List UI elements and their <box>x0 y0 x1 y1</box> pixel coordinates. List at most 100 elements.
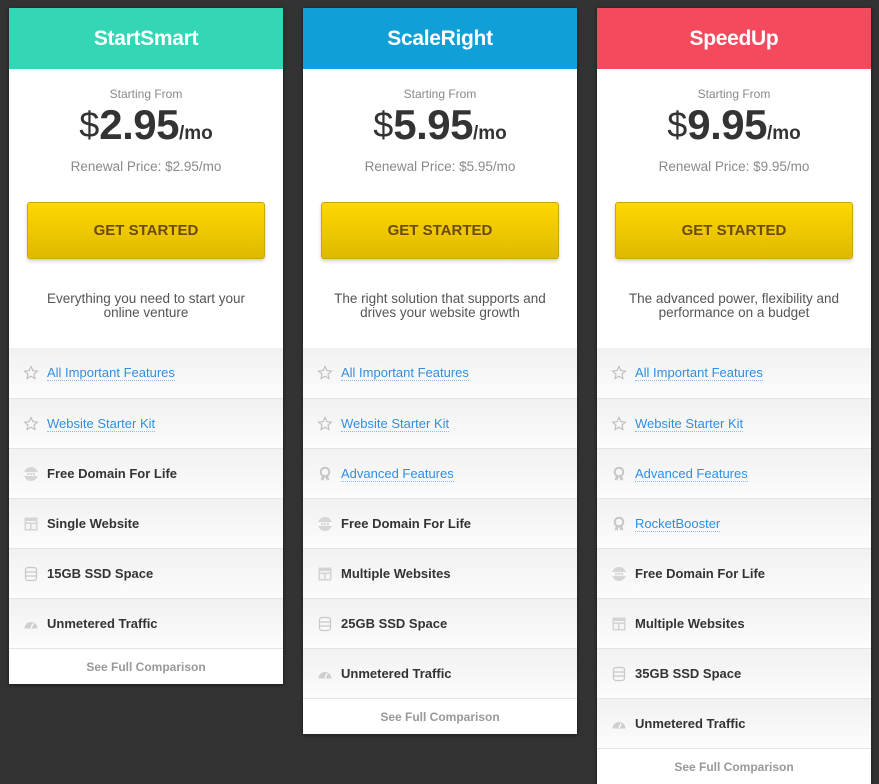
plan-header: SpeedUp <box>597 8 871 69</box>
svg-text:www: www <box>615 572 624 576</box>
database-icon <box>611 666 627 682</box>
star-icon <box>317 415 333 432</box>
feature-item: Advanced Features <box>303 448 577 498</box>
feature-item: www Free Domain For Life <box>303 498 577 548</box>
feature-label: 15GB SSD Space <box>47 566 154 581</box>
feature-item: Advanced Features <box>597 448 871 498</box>
website-layout-icon <box>23 516 39 532</box>
currency-symbol: $ <box>373 104 394 145</box>
see-full-comparison-link[interactable]: See Full Comparison <box>9 648 283 684</box>
feature-item: Multiple Websites <box>597 598 871 648</box>
get-started-button[interactable]: GET STARTED <box>27 202 265 259</box>
feature-label: Single Website <box>47 516 140 531</box>
svg-text:www: www <box>321 522 330 526</box>
feature-label: Multiple Websites <box>635 616 745 631</box>
starting-from-label: Starting From <box>697 87 771 101</box>
price-period: /mo <box>473 123 507 144</box>
feature-label: Unmetered Traffic <box>47 616 158 631</box>
feature-item: Multiple Websites <box>303 548 577 598</box>
plan-card-speedup: SpeedUp Starting From $9.95/mo Renewal P… <box>597 8 871 784</box>
star-icon <box>611 365 627 381</box>
feature-item: Website Starter Kit <box>303 398 577 448</box>
plan-price: $5.95/mo <box>303 103 577 157</box>
renewal-price: Renewal Price: $9.95/mo <box>658 159 810 174</box>
feature-label: Free Domain For Life <box>47 466 178 481</box>
website-layout-icon <box>317 566 333 582</box>
feature-item: 35GB SSD Space <box>597 648 871 698</box>
speedometer-icon <box>23 616 39 632</box>
plan-description: The advanced power, flexibility and perf… <box>628 291 840 320</box>
website-layout-icon <box>611 616 627 632</box>
feature-label: Free Domain For Life <box>341 516 472 531</box>
plan-header: StartSmart <box>9 8 283 69</box>
feature-item: Unmetered Traffic <box>9 598 283 648</box>
plan-header: ScaleRight <box>303 8 577 69</box>
starting-from-label: Starting From <box>109 87 183 101</box>
feature-item: All Important Features <box>303 348 577 398</box>
award-ribbon-icon <box>611 466 627 482</box>
renewal-price: Renewal Price: $2.95/mo <box>70 159 222 174</box>
price-amount: 2.95 <box>99 101 179 148</box>
globe-www-icon: www <box>611 566 627 582</box>
plan-name: SpeedUp <box>689 26 779 50</box>
star-icon <box>611 415 627 432</box>
feature-list: All Important Features Website Starter Ki… <box>303 348 577 698</box>
plan-card-scaleright: ScaleRight Starting From $5.95/mo Renewa… <box>303 8 577 734</box>
feature-link[interactable]: Advanced Features <box>341 466 454 482</box>
feature-list: All Important Features Website Starter Ki… <box>597 348 871 748</box>
globe-www-icon: www <box>23 466 39 482</box>
feature-link[interactable]: Advanced Features <box>635 466 748 482</box>
price-block: Starting From $9.95/mo Renewal Price: $9… <box>597 69 871 176</box>
feature-link[interactable]: RocketBooster <box>635 516 721 532</box>
star-icon <box>317 365 333 381</box>
feature-link[interactable]: Website Starter Kit <box>341 416 450 432</box>
plan-price: $2.95/mo <box>9 103 283 157</box>
star-icon <box>23 365 39 381</box>
feature-label: Multiple Websites <box>341 566 451 581</box>
see-full-comparison-link[interactable]: See Full Comparison <box>597 748 871 784</box>
database-icon <box>23 566 39 582</box>
get-started-button[interactable]: GET STARTED <box>615 202 853 259</box>
feature-link[interactable]: Website Starter Kit <box>635 416 744 432</box>
plan-description: Everything you need to start your online… <box>46 291 246 320</box>
feature-item: Website Starter Kit <box>9 398 283 448</box>
speedometer-icon <box>611 716 627 732</box>
database-icon <box>317 616 333 632</box>
feature-link[interactable]: All Important Features <box>47 365 175 381</box>
feature-item: www Free Domain For Life <box>597 548 871 598</box>
star-icon <box>23 415 39 432</box>
plan-description: The right solution that supports and dri… <box>334 291 546 320</box>
feature-link[interactable]: All Important Features <box>341 365 469 381</box>
feature-item: Website Starter Kit <box>597 398 871 448</box>
plan-price: $9.95/mo <box>597 103 871 157</box>
price-block: Starting From $2.95/mo Renewal Price: $2… <box>9 69 283 176</box>
feature-item: Single Website <box>9 498 283 548</box>
price-amount: 9.95 <box>687 101 767 148</box>
feature-label: 35GB SSD Space <box>635 666 742 681</box>
feature-item: Unmetered Traffic <box>303 648 577 698</box>
feature-item: Unmetered Traffic <box>597 698 871 748</box>
feature-link[interactable]: All Important Features <box>635 365 763 381</box>
price-period: /mo <box>767 123 801 144</box>
get-started-button[interactable]: GET STARTED <box>321 202 559 259</box>
feature-list: All Important Features Website Starter Ki… <box>9 348 283 648</box>
feature-label: 25GB SSD Space <box>341 616 448 631</box>
globe-www-icon: www <box>317 516 333 532</box>
starting-from-label: Starting From <box>403 87 477 101</box>
plan-card-startsmart: StartSmart Starting From $2.95/mo Renewa… <box>9 8 283 684</box>
speedometer-icon <box>317 666 333 682</box>
price-block: Starting From $5.95/mo Renewal Price: $5… <box>303 69 577 176</box>
feature-item: www Free Domain For Life <box>9 448 283 498</box>
feature-item: RocketBooster <box>597 498 871 548</box>
feature-link[interactable]: Website Starter Kit <box>47 416 156 432</box>
see-full-comparison-link[interactable]: See Full Comparison <box>303 698 577 734</box>
plan-name: ScaleRight <box>387 26 493 50</box>
feature-item: 15GB SSD Space <box>9 548 283 598</box>
svg-text:www: www <box>27 472 36 476</box>
feature-label: Unmetered Traffic <box>635 716 746 731</box>
feature-label: Unmetered Traffic <box>341 666 452 681</box>
feature-item: All Important Features <box>597 348 871 398</box>
renewal-price: Renewal Price: $5.95/mo <box>364 159 516 174</box>
currency-symbol: $ <box>79 104 100 145</box>
plan-name: StartSmart <box>93 26 199 50</box>
